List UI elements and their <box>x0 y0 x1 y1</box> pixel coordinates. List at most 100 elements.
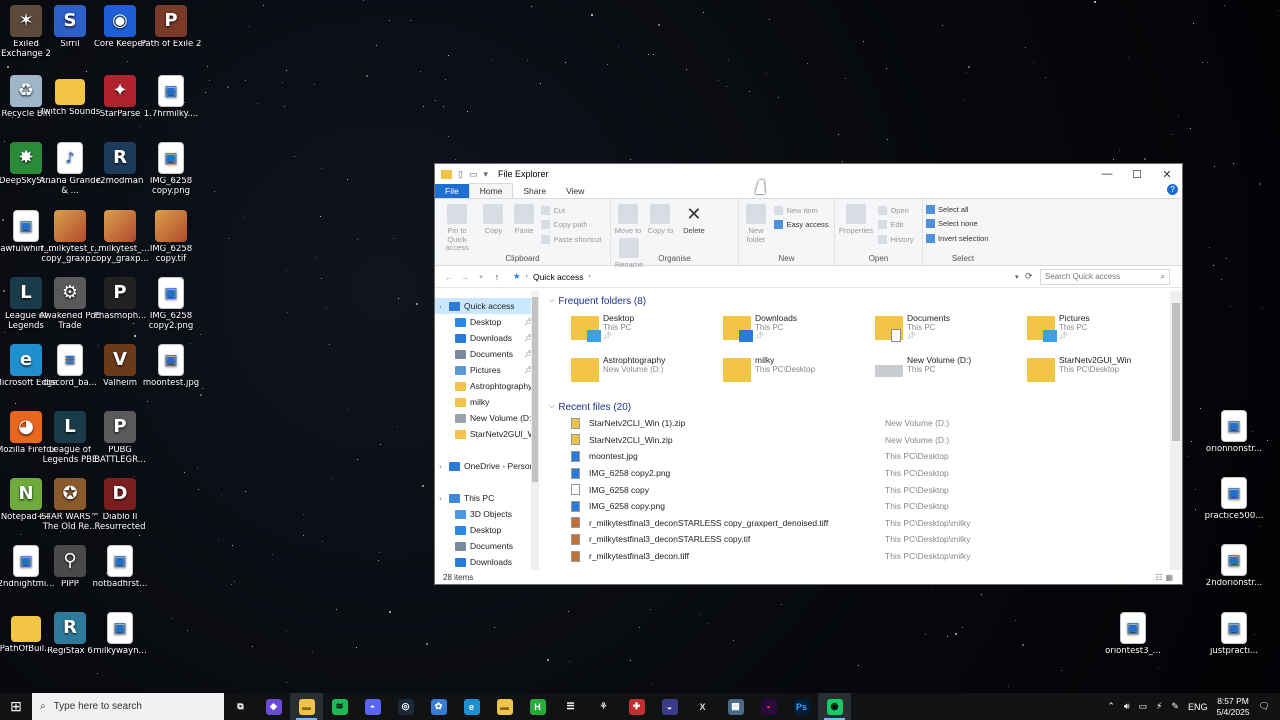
desktop-icon[interactable]: D Diablo II Resurrected <box>88 478 152 533</box>
minimize-button[interactable]: — <box>1092 164 1122 184</box>
desktop-icon[interactable]: P Path of Exile 2 <box>139 5 203 50</box>
taskbar-discord-button[interactable]: ◓ <box>356 693 389 720</box>
edit-button[interactable]: Edit <box>878 218 913 233</box>
taskbar-hellfire-button[interactable]: H <box>521 693 554 720</box>
copy-to-button[interactable]: Copy to <box>646 202 674 236</box>
desktop-icon[interactable]: ▣ 2ndorionstr... <box>1202 544 1266 589</box>
forward-arrow-icon[interactable]: → <box>457 272 473 282</box>
customize-qat-icon[interactable]: ▾ <box>483 169 488 180</box>
expand-chevron-icon[interactable]: › <box>439 494 442 503</box>
paste-button[interactable]: Paste <box>511 202 537 236</box>
tab-file[interactable]: File <box>435 184 469 198</box>
new-folder-button[interactable]: New folder <box>742 202 770 244</box>
copy-path-button[interactable]: Copy path <box>541 218 601 233</box>
close-button[interactable]: ✕ <box>1152 164 1182 184</box>
breadcrumb-quick-access[interactable]: Quick access <box>533 272 584 282</box>
network-icon[interactable]: ▭ <box>1139 701 1148 712</box>
taskbar-folder-button[interactable]: ▬ <box>488 693 521 720</box>
nav-item[interactable]: › Quick access <box>435 298 539 314</box>
speaker-icon[interactable]: 🔊︎ <box>1124 701 1130 712</box>
language-indicator[interactable]: ENG <box>1188 702 1208 712</box>
recent-files-header[interactable]: ⌵ Recent files (20) <box>549 399 1182 415</box>
frequent-folder-item[interactable]: Desktop This PC 📌︎ <box>571 313 723 349</box>
frequent-folder-item[interactable]: Astrophtography New Volume (D:) <box>571 355 723 391</box>
nav-item[interactable]: Astrophtography <box>435 378 539 394</box>
view-toggle-icons[interactable]: ☷▦ <box>1155 573 1176 582</box>
nav-item[interactable]: milky <box>435 394 539 410</box>
search-input[interactable]: Search Quick access ⌕ <box>1040 268 1170 285</box>
taskbar-terminal-button[interactable]: ▪ <box>752 693 785 720</box>
desktop-icon[interactable]: P PUBG BATTLEGR... <box>88 411 152 466</box>
desktop-icon[interactable]: ▣ 1.7hrmilky.... <box>139 75 203 120</box>
taskbar-overwolf-button[interactable]: ⚘ <box>587 693 620 720</box>
taskbar-spotify-button[interactable]: ≋ <box>323 693 356 720</box>
navigation-pane[interactable]: › Quick access Desktop 📌︎ Downloads 📌︎ Documen… <box>435 291 539 570</box>
tab-share[interactable]: Share <box>513 184 556 198</box>
taskbar-browser-button[interactable]: ◒ <box>653 693 686 720</box>
frequent-folder-item[interactable]: Downloads This PC 📌︎ <box>723 313 875 349</box>
taskbar-chat-app-button[interactable]: ◉ <box>818 693 851 720</box>
frequent-folders-header[interactable]: ⌵ Frequent folders (8) <box>549 293 1182 309</box>
nav-item[interactable]: Downloads <box>435 554 539 570</box>
taskbar-curseforge-button[interactable]: ✿ <box>422 693 455 720</box>
nav-item[interactable]: › OneDrive - Person <box>435 458 539 474</box>
rename-button[interactable]: Rename <box>614 236 644 270</box>
taskbar-gogalaxy-button[interactable]: ✚ <box>620 693 653 720</box>
tab-home[interactable]: Home <box>468 183 514 198</box>
cut-button[interactable]: Cut <box>541 203 601 218</box>
main-scrollbar-thumb[interactable] <box>1172 303 1180 441</box>
recent-file-row[interactable]: StarNetv2CLI_Win.zip New Volume (D:) <box>571 432 1182 449</box>
notification-icon[interactable]: 🗨︎ <box>1259 701 1270 712</box>
start-button[interactable]: ⊞ <box>0 693 32 720</box>
desktop-icon[interactable]: ▣ milkywayn... <box>88 612 152 657</box>
back-arrow-icon[interactable]: ← <box>441 272 457 282</box>
nav-item[interactable]: › This PC <box>435 490 539 506</box>
refresh-icon[interactable]: ⟳ <box>1025 271 1033 282</box>
taskbar-file-explorer-button[interactable]: ▬ <box>290 693 323 720</box>
title-bar[interactable]: ▯ ▭ ▾ File Explorer — ☐ ✕ <box>435 164 1182 184</box>
taskbar-copilot-button[interactable]: ◆ <box>257 693 290 720</box>
maximize-button[interactable]: ☐ <box>1122 164 1152 184</box>
address-bar[interactable]: ★ › Quick access › <box>509 269 1029 285</box>
properties-qat-icon[interactable]: ▯ <box>458 169 463 180</box>
desktop-icon[interactable]: ▣ justpracti... <box>1202 612 1266 657</box>
expand-chevron-icon[interactable]: › <box>439 302 442 311</box>
taskbar-photoshop-button[interactable]: Ps <box>785 693 818 720</box>
history-button[interactable]: History <box>878 232 914 247</box>
pin-to-quick-access-button[interactable]: Pin to Quick access <box>438 202 476 253</box>
desktop-icon[interactable]: ▣ orionnonstr... <box>1202 410 1266 455</box>
chevron-up-icon[interactable]: ⌃ <box>1107 701 1115 712</box>
desktop-icon[interactable]: IMG_6258 copy.tif <box>139 210 203 265</box>
invert-selection-button[interactable]: Invert selection <box>926 231 1000 246</box>
battery-icon[interactable]: ⚡︎ <box>1156 701 1162 712</box>
recent-file-row[interactable]: IMG_6258 copy This PC\Desktop <box>571 481 1182 498</box>
recent-file-row[interactable]: r_milkytestfinal3_decon.tiff This PC\Desk… <box>571 548 1182 565</box>
desktop-icon[interactable]: ▣ oriontest3_... <box>1101 612 1165 657</box>
recent-file-row[interactable]: r_milkytestfinal3_deconSTARLESS copy.tif… <box>571 531 1182 548</box>
nav-item[interactable]: New Volume (D: <box>435 410 539 426</box>
nav-item[interactable]: Desktop 📌︎ <box>435 314 539 330</box>
taskbar-task-view-button[interactable]: ⧉ <box>224 693 257 720</box>
frequent-folder-item[interactable]: milky This PC\Desktop <box>723 355 875 391</box>
up-arrow-icon[interactable]: ↑ <box>489 272 505 282</box>
frequent-folder-item[interactable]: New Volume (D:) This PC <box>875 355 1027 391</box>
frequent-folder-item[interactable]: StarNetv2GUI_Win This PC\Desktop <box>1027 355 1179 391</box>
nav-item[interactable]: Documents 📌︎ <box>435 346 539 362</box>
nav-scrollbar-thumb[interactable] <box>532 297 538 482</box>
nav-item[interactable]: StarNetv2GUI_W <box>435 426 539 442</box>
recent-file-row[interactable]: moontest.jpg This PC\Desktop <box>571 448 1182 465</box>
copy-button[interactable]: Copy <box>480 202 506 236</box>
select-none-button[interactable]: Select none <box>926 217 1000 232</box>
nav-item[interactable]: Documents <box>435 538 539 554</box>
new-item-button[interactable]: New item <box>774 203 828 218</box>
nav-item[interactable]: Desktop <box>435 522 539 538</box>
nav-item[interactable]: 3D Objects <box>435 506 539 522</box>
file-explorer-window[interactable]: ▯ ▭ ▾ File Explorer — ☐ ✕ File Home Shar… <box>434 163 1183 585</box>
taskbar-search-box[interactable]: ⌕ Type here to search <box>32 693 224 720</box>
taskbar-steam-button[interactable]: ◎ <box>389 693 422 720</box>
nav-item[interactable]: Downloads 📌︎ <box>435 330 539 346</box>
recent-file-row[interactable]: StarNetv2CLI_Win (1).zip New Volume (D:) <box>571 415 1182 432</box>
taskbar-image-app-button[interactable]: ▦ <box>719 693 752 720</box>
desktop-icon[interactable]: ▣ notbadfirst... <box>88 545 152 590</box>
desktop-icon[interactable]: ▣ IMG_6258 copy.png <box>139 142 203 197</box>
